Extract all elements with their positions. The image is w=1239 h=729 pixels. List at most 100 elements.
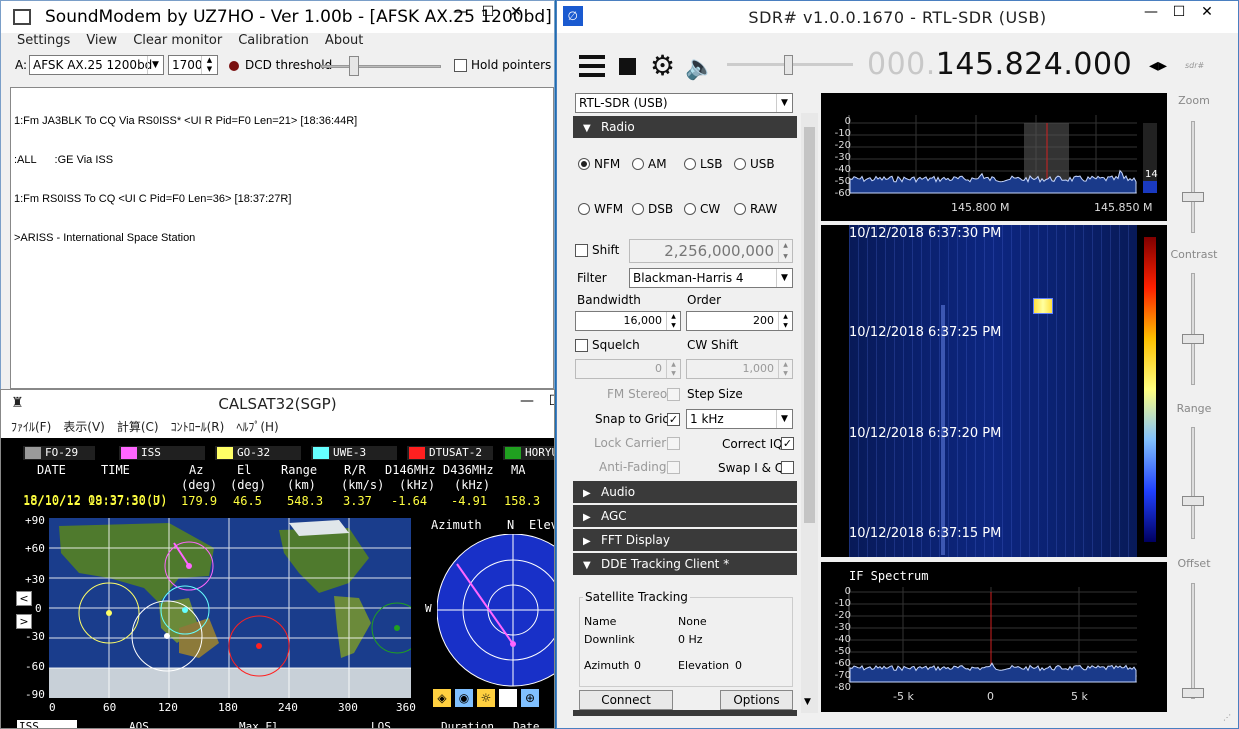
maximize-icon[interactable]: ☐ [1165,1,1193,23]
if-spectrum-panel[interactable]: IF Spectrum 0 -10 -20 -30 -40 -50 -60 -7… [821,562,1167,712]
shift-input[interactable]: 2,256,000,000 ▲ ▼ [629,239,793,263]
slider-thumb[interactable] [1182,688,1204,698]
anti-fading-checkbox[interactable] [667,461,680,474]
speaker-icon[interactable]: 🔈 [685,52,715,82]
step-size-select[interactable]: 1 kHz ▼ [686,409,793,429]
map-prev-button[interactable]: < [16,591,32,606]
zoom-slider[interactable] [1182,121,1204,233]
sun-icon[interactable]: ☼ [477,689,495,707]
minimize-icon[interactable]: — [1137,1,1165,23]
cw-shift-input[interactable]: 1,000 ▲ ▼ [686,359,793,379]
elevation-label: Elev [529,518,554,532]
close-icon[interactable]: ✕ [502,1,530,23]
filter-label: Filter [577,271,607,285]
panel-scrollbar[interactable]: ▼ [801,113,818,713]
slider-thumb[interactable] [1182,192,1204,202]
menu-view[interactable]: View [86,33,117,51]
slider-thumb[interactable] [1182,496,1204,506]
frequency-display[interactable]: 000.145.824.000 [867,47,1132,83]
tuning-arrows-icon[interactable]: ◂▸ [1149,55,1167,76]
minimize-icon[interactable]: — [446,1,474,23]
mode-wfm-radio[interactable]: WFM [578,202,623,216]
menu-calibration[interactable]: Calibration [238,33,309,51]
soundmodem-window-controls: — ☐ ✕ [446,1,530,23]
scrollbar-thumb[interactable] [804,127,815,523]
fft-display-section-header[interactable]: ▶ FFT Display [573,529,797,551]
resize-grip-icon[interactable]: ⋰ [1223,713,1231,722]
menu-file[interactable]: ﾌｧｲﾙ(F) [11,418,51,438]
stop-icon[interactable] [619,58,636,75]
menu-view[interactable]: 表示(V) [63,418,105,438]
sat-tab-uwe3[interactable]: UWE-3 [311,446,397,460]
fm-stereo-checkbox[interactable] [667,388,680,401]
menu-control[interactable]: ｺﾝﾄﾛｰﾙ(R) [171,418,225,438]
mode-lsb-radio[interactable]: LSB [684,157,723,171]
options-button[interactable]: Options [720,690,793,710]
chevron-down-icon: ▼ [776,94,792,112]
snap-to-grid-checkbox[interactable]: ✓ [667,413,680,426]
calsat-titlebar[interactable]: ♜ CALSAT32(SGP) [1,390,554,418]
mode-usb-radio[interactable]: USB [734,157,775,171]
gear-icon[interactable]: ⚙ [650,51,675,81]
dcd-threshold-slider[interactable] [321,56,441,76]
sat-tab-go32[interactable]: GO-32 [215,446,301,460]
menu-settings[interactable]: Settings [17,33,70,51]
bandwidth-input[interactable]: 16,000 ▲ ▼ [575,311,681,331]
radio-icon[interactable]: ⊕ [521,689,539,707]
spectrum-panel[interactable]: 0 -10 -20 -30 -40 -50 -60 145.800 M 145.… [821,93,1167,221]
swap-iq-checkbox[interactable] [781,461,794,474]
map-next-button[interactable]: > [16,614,32,629]
waterfall-panel[interactable]: 10/12/2018 6:37:30 PM 10/12/2018 6:37:25… [821,225,1167,557]
frequency-spinner[interactable]: 1700 ▲ ▼ [168,55,218,75]
squelch-input[interactable]: 0 ▲ ▼ [575,359,681,379]
modem-select[interactable]: AFSK AX.25 1200bd ▼ [29,55,164,75]
maximize-icon[interactable]: ☐ [541,390,554,412]
radio-section-header[interactable]: ▼ Radio [573,116,797,138]
minimize-icon[interactable]: — [513,390,541,412]
menu-help[interactable]: ﾍﾙﾌﾟ(H) [236,418,278,438]
connect-button[interactable]: Connect [579,690,673,710]
audio-section-header[interactable]: ▶ Audio [573,481,797,503]
mode-am-radio[interactable]: AM [632,157,667,171]
correct-iq-checkbox[interactable]: ✓ [781,437,794,450]
section-title: Audio [601,485,636,499]
menu-calc[interactable]: 計算(C) [117,418,159,438]
sat-tab-horyu[interactable]: HORYU- [503,446,554,460]
order-input[interactable]: 200 ▲ ▼ [686,311,793,331]
shift-checkbox[interactable]: Shift [575,243,619,257]
agc-section-header[interactable]: ▶ AGC [573,505,797,527]
sat-tab-fo29[interactable]: FO-29 [23,446,95,460]
sdr-titlebar[interactable]: ∅ SDR# v1.0.0.1670 - RTL-SDR (USB) [557,1,1238,33]
mode-raw-radio[interactable]: RAW [734,202,777,216]
section-title: FFT Display [601,533,670,547]
sat-tab-dtusat2[interactable]: DTUSAT-2 [407,446,493,460]
chevron-down-icon[interactable]: ▼ [804,697,811,707]
maximize-icon[interactable]: ☐ [474,1,502,23]
squelch-checkbox[interactable]: Squelch [575,338,640,352]
sat-tab-iss[interactable]: ISS [119,446,205,460]
range-slider[interactable] [1182,427,1204,539]
antenna-icon[interactable]: ◈ [433,689,451,707]
close-icon[interactable]: ✕ [1193,1,1221,23]
monitor-textarea[interactable]: 1:Fm JA3BLK To CQ Via RS0ISS* <UI R Pid=… [10,87,554,389]
world-map[interactable] [49,518,411,698]
filter-select[interactable]: Blackman-Harris 4 ▼ [629,268,793,288]
menu-about[interactable]: About [325,33,363,51]
dde-tracking-section-header[interactable]: ▼ DDE Tracking Client * [573,553,797,575]
volume-slider[interactable] [727,55,853,75]
offset-slider[interactable] [1182,583,1204,699]
db-tick: -60 [834,188,851,199]
contrast-slider[interactable] [1182,273,1204,385]
globe-icon[interactable]: ◉ [455,689,473,707]
slider-thumb[interactable] [1182,334,1204,344]
lock-carrier-checkbox[interactable] [667,437,680,450]
menu-hamburger-icon[interactable] [579,55,605,77]
collapse-icon: ▼ [583,123,591,134]
hold-pointers-checkbox[interactable]: Hold pointers [454,58,551,72]
checkbox-box [667,461,680,474]
mode-nfm-radio[interactable]: NFM [578,157,620,171]
menu-clear-monitor[interactable]: Clear monitor [133,33,222,51]
mode-dsb-radio[interactable]: DSB [632,202,673,216]
source-select[interactable]: RTL-SDR (USB) ▼ [575,93,793,113]
mode-cw-radio[interactable]: CW [684,202,720,216]
